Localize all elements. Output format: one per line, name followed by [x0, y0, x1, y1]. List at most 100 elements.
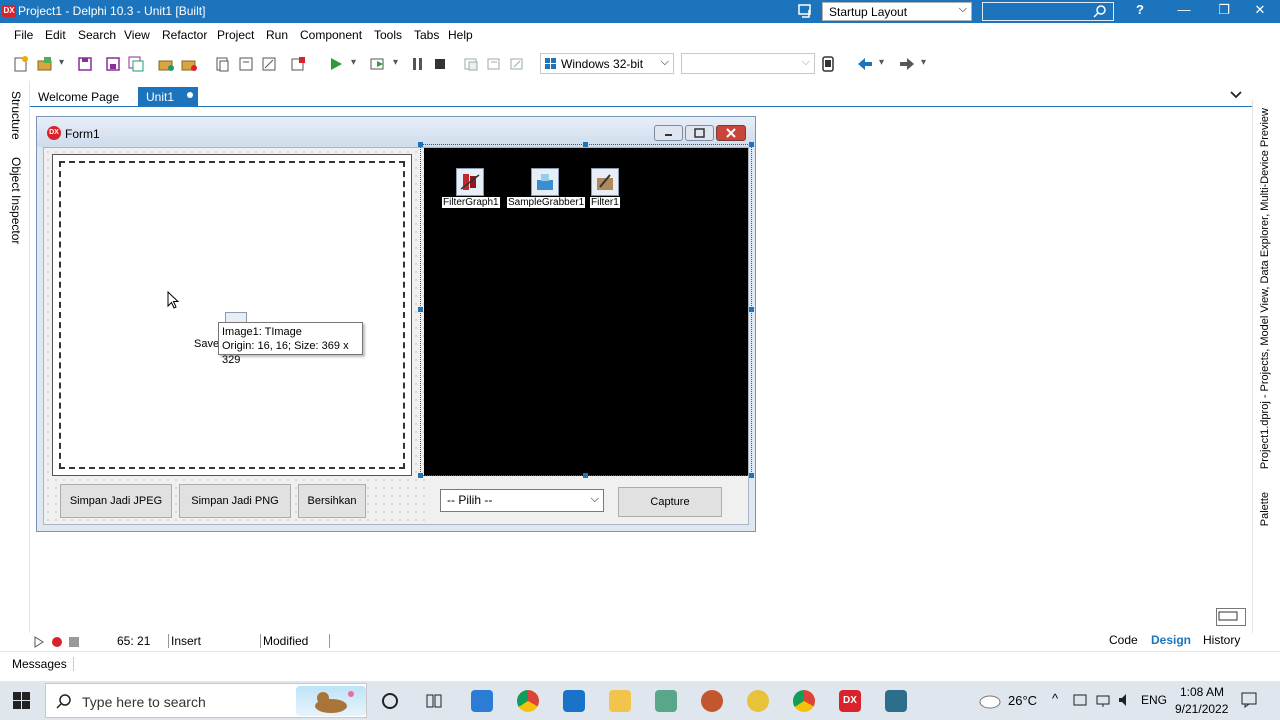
stop-icon[interactable] [431, 55, 449, 73]
weather-temp[interactable]: 26°C [1008, 693, 1037, 708]
close-button[interactable]: ✕ [1240, 2, 1280, 21]
tab-palette[interactable]: Palette [1259, 492, 1271, 526]
pause-icon[interactable] [409, 55, 427, 73]
help-button[interactable]: ? [1120, 2, 1160, 21]
chrome-profile-icon[interactable] [793, 690, 815, 712]
tab-welcome-page[interactable]: Welcome Page [30, 87, 127, 107]
form-close-button[interactable] [716, 125, 746, 141]
tab-unit1[interactable]: Unit1 [138, 87, 198, 107]
save-jpeg-button[interactable]: Simpan Jadi JPEG [60, 484, 172, 518]
run-without-debug-icon[interactable] [369, 55, 387, 73]
menu-component[interactable]: Component [300, 28, 362, 42]
form-maximize-button[interactable] [685, 125, 714, 141]
tab-object-inspector[interactable]: Object Inspector [9, 157, 23, 244]
chevron-down-icon[interactable]: ▾ [59, 57, 64, 68]
menu-edit[interactable]: Edit [45, 28, 66, 42]
trace-into-icon[interactable] [462, 55, 480, 73]
clear-button[interactable]: Bersihkan [298, 484, 366, 518]
tab-design[interactable]: Design [1151, 633, 1191, 647]
chevron-down-icon[interactable]: ▾ [351, 57, 356, 68]
menu-run[interactable]: Run [266, 28, 288, 42]
menu-search[interactable]: Search [78, 28, 116, 42]
language-indicator[interactable]: ENG [1141, 693, 1167, 707]
input-method-icon[interactable] [1072, 692, 1088, 708]
configuration-dropdown[interactable]: ⌵ [681, 53, 815, 74]
save-icon[interactable] [76, 55, 94, 73]
forward-arrow-icon[interactable] [898, 55, 916, 73]
form-minimize-button[interactable] [654, 125, 683, 141]
cortana-icon[interactable] [381, 692, 399, 710]
open-folder-icon[interactable] [157, 55, 175, 73]
form-designer-window[interactable]: DX Form1 Savel FilterGraph1 SampleGrabbe… [36, 116, 756, 532]
taskbar-search-box[interactable]: Type here to search [45, 683, 367, 718]
step-over-icon[interactable] [485, 55, 503, 73]
embedded-designer-icon[interactable] [1216, 608, 1246, 626]
toggle-form-unit-icon[interactable] [260, 55, 278, 73]
capture-button[interactable]: Capture [618, 487, 722, 517]
layout-dropdown[interactable]: Startup Layout ⌵ [822, 2, 972, 21]
mail-icon[interactable] [563, 690, 585, 712]
ide-search-input[interactable] [982, 2, 1114, 21]
video-panel[interactable]: FilterGraph1 SampleGrabber1 Filter1 [424, 148, 748, 476]
minimize-button[interactable]: — [1164, 2, 1204, 21]
remove-file-icon[interactable] [180, 55, 198, 73]
run-icon[interactable] [327, 55, 345, 73]
file-explorer-icon[interactable] [609, 690, 631, 712]
record-macro-icon[interactable] [51, 636, 63, 648]
network-icon[interactable] [1095, 692, 1111, 708]
chevron-down-icon: ⌵ [660, 56, 669, 68]
new-form-icon[interactable] [289, 55, 307, 73]
view-unit-icon[interactable] [214, 55, 232, 73]
weather-cloud-icon[interactable] [978, 691, 1002, 709]
chevron-down-icon[interactable] [1228, 87, 1244, 103]
menu-tabs[interactable]: Tabs [414, 28, 439, 42]
media-player-icon[interactable] [701, 690, 723, 712]
chevron-down-icon[interactable]: ▾ [879, 57, 884, 68]
menu-view[interactable]: View [124, 28, 150, 42]
menu-tools[interactable]: Tools [374, 28, 402, 42]
app-icon[interactable] [747, 690, 769, 712]
device-combobox[interactable]: -- Pilih -- ⌵ [440, 489, 604, 512]
download-app-icon[interactable] [885, 690, 907, 712]
clock-date[interactable]: 9/21/2022 [1175, 702, 1228, 716]
notepad-icon[interactable] [655, 690, 677, 712]
stop-macro-icon[interactable] [68, 636, 80, 648]
play-macro-icon[interactable] [34, 636, 44, 648]
clock-time[interactable]: 1:08 AM [1180, 685, 1224, 699]
samplegrabber-icon[interactable] [531, 168, 559, 196]
windows-start-icon[interactable] [13, 692, 31, 710]
chrome-icon[interactable] [517, 690, 539, 712]
view-form-icon[interactable] [237, 55, 255, 73]
chevron-down-icon[interactable]: ▾ [393, 57, 398, 68]
device-preview-icon[interactable] [819, 55, 837, 73]
chevron-up-icon[interactable]: ^ [1052, 691, 1058, 706]
notifications-icon[interactable] [1240, 691, 1258, 709]
task-view-icon[interactable] [425, 692, 443, 710]
menu-help[interactable]: Help [448, 28, 473, 42]
target-platform-dropdown[interactable]: Windows 32-bit ⌵ [540, 53, 674, 74]
back-arrow-icon[interactable] [856, 55, 874, 73]
microsoft-store-icon[interactable] [471, 690, 493, 712]
filtergraph-icon[interactable] [456, 168, 484, 196]
volume-icon[interactable] [1117, 692, 1133, 708]
tab-messages[interactable]: Messages [12, 657, 74, 671]
tab-code[interactable]: Code [1109, 633, 1138, 647]
chevron-down-icon[interactable]: ▾ [921, 57, 926, 68]
delphi-taskbar-icon[interactable]: DX [839, 690, 861, 712]
menu-file[interactable]: File [14, 28, 33, 42]
tab-projects[interactable]: Project1.dproj - Projects, Model View, D… [1259, 108, 1271, 469]
filter-icon[interactable] [591, 168, 619, 196]
maximize-button[interactable]: ❐ [1204, 2, 1244, 21]
save-as-icon[interactable] [104, 55, 122, 73]
save-all-icon[interactable] [127, 55, 145, 73]
run-to-cursor-icon[interactable] [508, 55, 526, 73]
open-project-icon[interactable] [36, 55, 54, 73]
new-file-icon[interactable] [12, 55, 30, 73]
save-png-button[interactable]: Simpan Jadi PNG [179, 484, 291, 518]
tab-history[interactable]: History [1203, 633, 1240, 647]
menu-project[interactable]: Project [217, 28, 254, 42]
menu-refactor[interactable]: Refactor [162, 28, 207, 42]
tab-structure[interactable]: Structure [9, 91, 23, 140]
image-panel[interactable]: Savel [52, 154, 412, 476]
layout-switch-icon[interactable] [796, 3, 814, 20]
